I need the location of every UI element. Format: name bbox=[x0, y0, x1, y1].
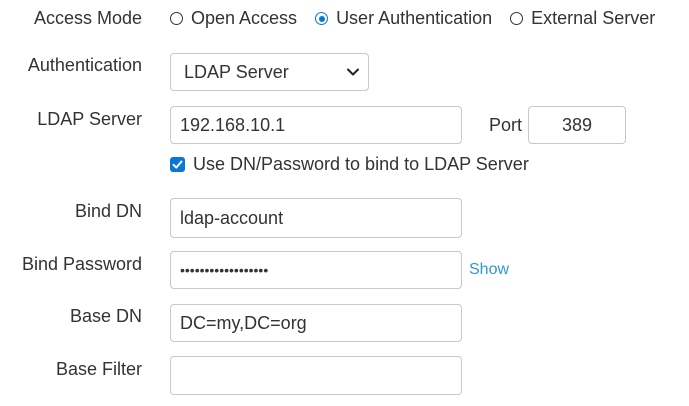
base-filter-input[interactable] bbox=[170, 356, 462, 395]
base-dn-input[interactable]: DC=my,DC=org bbox=[170, 304, 462, 342]
ldap-server-label: LDAP Server bbox=[37, 109, 142, 129]
radio-external-server[interactable]: External Server bbox=[510, 8, 655, 29]
bind-password-label: Bind Password bbox=[21, 254, 142, 274]
radio-checked-icon[interactable] bbox=[315, 12, 329, 25]
show-password-link[interactable]: Show bbox=[469, 261, 509, 279]
bind-dn-label: Bind DN bbox=[74, 201, 142, 221]
radio-open-access[interactable]: Open Access bbox=[170, 8, 297, 29]
port-label: Port bbox=[489, 115, 523, 135]
check-icon bbox=[172, 160, 183, 169]
authentication-select[interactable]: LDAP Server bbox=[170, 53, 369, 91]
bind-dn-input[interactable]: ldap-account bbox=[170, 198, 462, 238]
bind-dn-checkbox[interactable] bbox=[170, 157, 185, 172]
base-filter-label: Base Filter bbox=[55, 359, 142, 379]
port-input[interactable]: 389 bbox=[528, 106, 626, 144]
authentication-selected-value: LDAP Server bbox=[184, 61, 289, 82]
radio-unchecked-icon[interactable] bbox=[510, 12, 524, 25]
bind-password-input[interactable]: •••••••••••••••••• bbox=[170, 251, 462, 289]
bind-password-value: •••••••••••••••••• bbox=[180, 262, 269, 278]
ldap-server-value: 192.168.10.1 bbox=[180, 114, 286, 135]
ldap-settings-form: Access Mode Open Access User Authenticat… bbox=[0, 0, 689, 406]
radio-unchecked-icon[interactable] bbox=[170, 12, 183, 25]
access-mode-radio-group: Open Access User Authentication External… bbox=[170, 8, 673, 29]
chevron-down-icon bbox=[347, 68, 359, 76]
authentication-label: Authentication bbox=[27, 55, 142, 75]
bind-dn-checkbox-row: Use DN/Password to bind to LDAP Server bbox=[170, 154, 529, 175]
ldap-server-input[interactable]: 192.168.10.1 bbox=[170, 106, 462, 144]
port-value: 389 bbox=[561, 114, 593, 135]
base-dn-value: DC=my,DC=org bbox=[180, 312, 307, 333]
access-mode-label: Access Mode bbox=[33, 8, 142, 28]
bind-dn-value: ldap-account bbox=[180, 207, 284, 228]
radio-user-authentication[interactable]: User Authentication bbox=[315, 8, 492, 29]
radio-user-authentication-label: User Authentication bbox=[336, 8, 493, 28]
bind-dn-checkbox-label: Use DN/Password to bind to LDAP Server bbox=[193, 154, 529, 174]
radio-open-access-label: Open Access bbox=[191, 8, 298, 28]
base-dn-label: Base DN bbox=[69, 306, 142, 326]
radio-external-server-label: External Server bbox=[531, 8, 656, 28]
